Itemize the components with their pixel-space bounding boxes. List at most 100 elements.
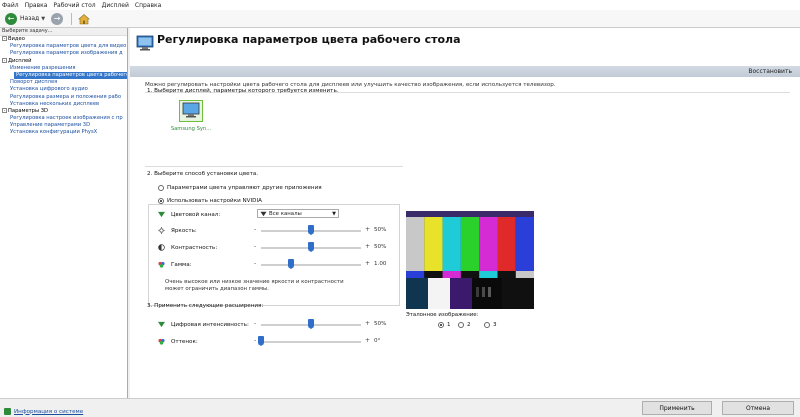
toolbar: ← Назад ▼ → (0, 10, 800, 28)
digital-vibrance-icon (158, 321, 165, 328)
color-channel-icon (158, 211, 165, 218)
tree-item-multi-display[interactable]: Установка нескольких дисплеев (0, 101, 127, 108)
radio-other-apps[interactable]: Параметрами цвета управляют другие прило… (158, 185, 322, 191)
cancel-button[interactable]: Отмена (722, 401, 794, 415)
tree-item-desktop-color[interactable]: Регулировка параметров цвета рабочего (14, 71, 127, 80)
tree-item-rotate[interactable]: Поворот дисплея (0, 79, 127, 86)
pattern-mid-strip (406, 271, 534, 278)
menu-help[interactable]: Справка (135, 2, 161, 9)
system-info-link[interactable]: Информация о системе (4, 408, 83, 415)
intensity-row: Цифровая интенсивность: (158, 321, 249, 328)
tree-item-3d-manage[interactable]: Управление параметрами 3D (0, 122, 127, 129)
brightness-icon (158, 227, 165, 234)
pattern-color-bars (406, 217, 534, 271)
color-channel-icon (260, 211, 267, 216)
task-panel-title: Выберите задачу... (0, 28, 127, 36)
restore-link[interactable]: Восстановить (748, 68, 792, 75)
increase-icon: + (365, 243, 371, 250)
divider (145, 166, 403, 167)
task-panel: Выберите задачу... - Видео Регулировка па… (0, 28, 128, 408)
main-panel: Регулировка параметров цвета рабочего ст… (130, 28, 800, 398)
brightness-row: Яркость: (158, 227, 197, 234)
decrease-icon: - (254, 320, 257, 327)
intensity-slider-thumb[interactable] (308, 319, 314, 329)
chevron-down-icon: ▼ (332, 210, 336, 217)
tree-item-video-color[interactable]: Регулировка параметров цвета для видео (0, 43, 127, 50)
radio-button[interactable] (438, 322, 444, 328)
color-channel-row: Цветовой канал: (158, 211, 220, 218)
tree-item-resolution[interactable]: Изменение разрешения (0, 65, 127, 72)
hue-icon (158, 338, 165, 345)
radio-button[interactable] (458, 322, 464, 328)
reference-test-pattern (406, 211, 534, 309)
tree-category-display[interactable]: - Дисплей (0, 57, 127, 65)
radio-button[interactable] (484, 322, 490, 328)
radio-button[interactable] (158, 185, 164, 191)
contrast-icon (158, 244, 165, 251)
menu-edit[interactable]: Правка (25, 2, 48, 9)
increase-icon: + (365, 226, 371, 233)
hue-row: Оттенок: (158, 338, 198, 345)
forward-button[interactable]: → (49, 12, 65, 26)
monitor-icon (179, 100, 203, 122)
back-label: Назад (20, 15, 40, 22)
reference-image-label: Эталонное изображение: (406, 312, 479, 318)
increase-icon: + (365, 337, 371, 344)
gamma-row: Гамма: (158, 261, 192, 268)
tree-category-video[interactable]: - Видео (0, 36, 127, 43)
menu-display[interactable]: Дисплей (102, 2, 129, 9)
reference-option-1[interactable]: 1 (438, 322, 451, 328)
gamma-value: 1.00 (374, 261, 387, 267)
gamma-slider-thumb[interactable] (288, 259, 294, 269)
hue-slider[interactable] (261, 341, 361, 343)
menu-desktop[interactable]: Рабочий стол (53, 2, 95, 9)
display-settings-icon (136, 35, 154, 51)
step2-label: 2. Выберите способ установки цвета. (147, 171, 259, 177)
collapse-icon[interactable]: - (2, 36, 7, 41)
menu-file[interactable]: Файл (2, 2, 19, 9)
menu-bar: Файл Правка Рабочий стол Дисплей Справка (0, 0, 800, 10)
footer-bar: Информация о системе Применить Отмена (0, 398, 800, 417)
tree-item-physx[interactable]: Установка конфигурации PhysX (0, 129, 127, 136)
increase-icon: + (365, 260, 371, 267)
step3-label: 3. Применить следующие расширения: (147, 303, 264, 309)
pattern-bottom-strip (406, 278, 534, 309)
increase-icon: + (365, 320, 371, 327)
contrast-slider-thumb[interactable] (308, 242, 314, 252)
tree-item-size-position[interactable]: Регулировка размера и положения рабо (0, 94, 127, 101)
forward-arrow-icon: → (51, 12, 64, 25)
contrast-row: Контрастность: (158, 244, 217, 251)
step1-label: 1. Выберите дисплей, параметры которого … (147, 88, 339, 94)
brightness-slider-thumb[interactable] (308, 225, 314, 235)
hue-value: 0° (374, 338, 381, 344)
intensity-value: 50% (374, 321, 387, 327)
gamma-icon (158, 261, 165, 268)
tree-category-3d[interactable]: - Параметры 3D (0, 107, 127, 115)
home-button[interactable] (76, 12, 92, 26)
hue-slider-thumb[interactable] (258, 336, 264, 346)
reference-option-2[interactable]: 2 (458, 322, 471, 328)
reference-option-3[interactable]: 3 (484, 322, 497, 328)
tree-item-video-image[interactable]: Регулировка параметров изображения д (0, 50, 127, 57)
collapse-icon[interactable]: - (2, 57, 7, 63)
tree-item-digital-audio[interactable]: Установка цифрового аудио (0, 86, 127, 93)
toolbar-separator (71, 12, 73, 25)
decrease-icon: - (254, 243, 257, 250)
decrease-icon: - (254, 260, 257, 267)
display-samsung[interactable]: Samsung Syn... (168, 100, 214, 136)
contrast-value: 50% (374, 244, 387, 250)
page-title: Регулировка параметров цвета рабочего ст… (157, 33, 461, 46)
gamma-note: Очень высокое или низкое значение яркост… (165, 279, 344, 292)
chevron-down-icon[interactable]: ▼ (41, 16, 45, 22)
home-icon (78, 13, 90, 24)
apply-button[interactable]: Применить (642, 401, 712, 415)
page-header: Регулировка параметров цвета рабочего ст… (130, 28, 800, 56)
brightness-value: 50% (374, 227, 387, 233)
tree-item-3d-image[interactable]: Регулировка настроек изображения с пр (0, 115, 127, 122)
color-channel-select[interactable]: Все каналы ▼ (257, 209, 339, 218)
collapse-icon[interactable]: - (2, 107, 7, 113)
gamma-slider[interactable] (261, 264, 361, 266)
display-name: Samsung Syn... (170, 126, 212, 132)
restore-bar: Восстановить (130, 66, 800, 77)
back-button[interactable]: ← Назад ▼ (3, 12, 47, 26)
